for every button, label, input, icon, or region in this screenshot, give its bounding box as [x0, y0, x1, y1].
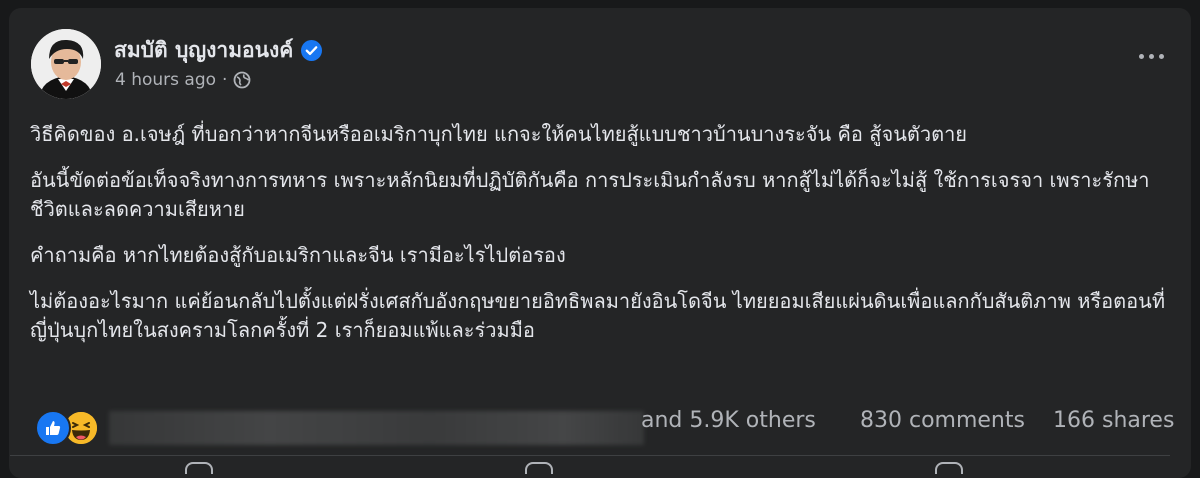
verified-badge-icon: [301, 40, 323, 61]
globe-icon[interactable]: [233, 71, 251, 89]
post-meta: 4 hours ago ·: [115, 70, 251, 90]
reactions-summary[interactable]: [35, 410, 99, 446]
more-dot: [1158, 53, 1164, 59]
like-reaction-icon: [35, 410, 71, 446]
like-action-icon[interactable]: [185, 462, 213, 474]
blurred-reactor-names: [109, 411, 644, 445]
avatar-image: [31, 29, 101, 99]
post-paragraph: วิธีคิดของ อ.เจษฎ์ ที่บอกว่าหากจีนหรืออเ…: [30, 122, 968, 146]
post-paragraph: ไม่ต้องอะไรมาก แค่ย้อนกลับไปตั้งแต่ฝรั่ง…: [30, 289, 1166, 342]
share-action-icon[interactable]: [935, 462, 963, 474]
author-row: สมบัติ บุญงามอนงค์: [114, 34, 323, 67]
post-timestamp[interactable]: 4 hours ago: [115, 70, 216, 90]
author-name[interactable]: สมบัติ บุญงามอนงค์: [114, 34, 293, 67]
comment-action-icon[interactable]: [525, 462, 553, 474]
post-paragraph: คำถามคือ หากไทยต้องสู้กับอเมริกาและจีน เ…: [30, 243, 566, 267]
post-action-bar: [10, 455, 1170, 474]
more-options-icon[interactable]: [1131, 41, 1171, 71]
more-dot: [1148, 53, 1154, 59]
post-body: วิธีคิดของ อ.เจษฎ์ ที่บอกว่าหากจีนหรืออเ…: [30, 120, 1170, 362]
post-paragraph: อันนี้ขัดต่อข้อเท็จจริงทางการทหาร เพราะห…: [30, 168, 1150, 221]
meta-separator: ·: [222, 70, 228, 90]
more-dot: [1138, 53, 1144, 59]
shares-count-link[interactable]: 166 shares: [1053, 408, 1174, 433]
author-avatar[interactable]: [31, 29, 101, 99]
reactions-others-link[interactable]: and 5.9K others: [641, 408, 816, 433]
comments-count-link[interactable]: 830 comments: [860, 408, 1025, 433]
